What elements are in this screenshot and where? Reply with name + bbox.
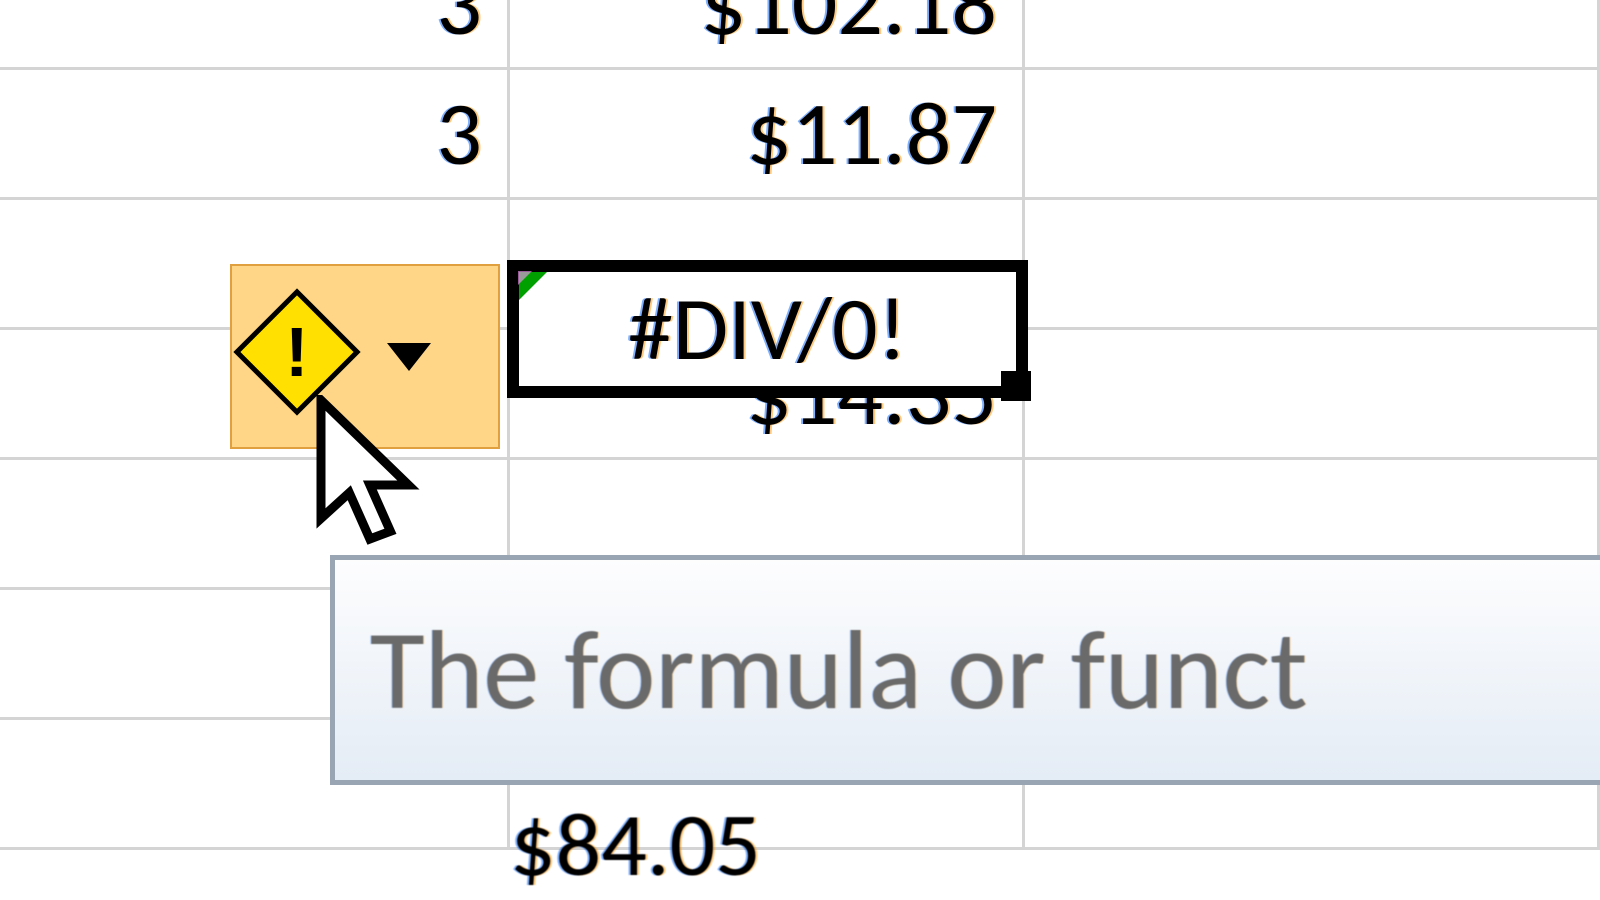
cell-b2[interactable]: $11.87 [510,70,1025,200]
cell-a2[interactable]: 3 [0,70,510,200]
selected-cell[interactable]: #DIV/0! [507,260,1028,398]
dropdown-arrow-icon[interactable] [387,343,431,371]
partial-cell-value: $84.05 [510,790,761,900]
cell-a1[interactable]: 3 [0,0,510,70]
mouse-cursor-icon [310,395,440,580]
selected-cell-value: #DIV/0! [628,274,907,384]
error-indicator-triangle-icon [519,272,547,300]
cell-c1[interactable] [1025,0,1600,70]
cell-b1[interactable]: $102.18 [510,0,1025,70]
tooltip-text: The formula or funct [370,602,1308,739]
error-tooltip: The formula or funct [330,555,1600,785]
cell-c4[interactable] [1025,330,1600,460]
cell-c2[interactable] [1025,70,1600,200]
fill-handle[interactable] [1001,371,1031,401]
cell-c3[interactable] [1025,200,1600,330]
